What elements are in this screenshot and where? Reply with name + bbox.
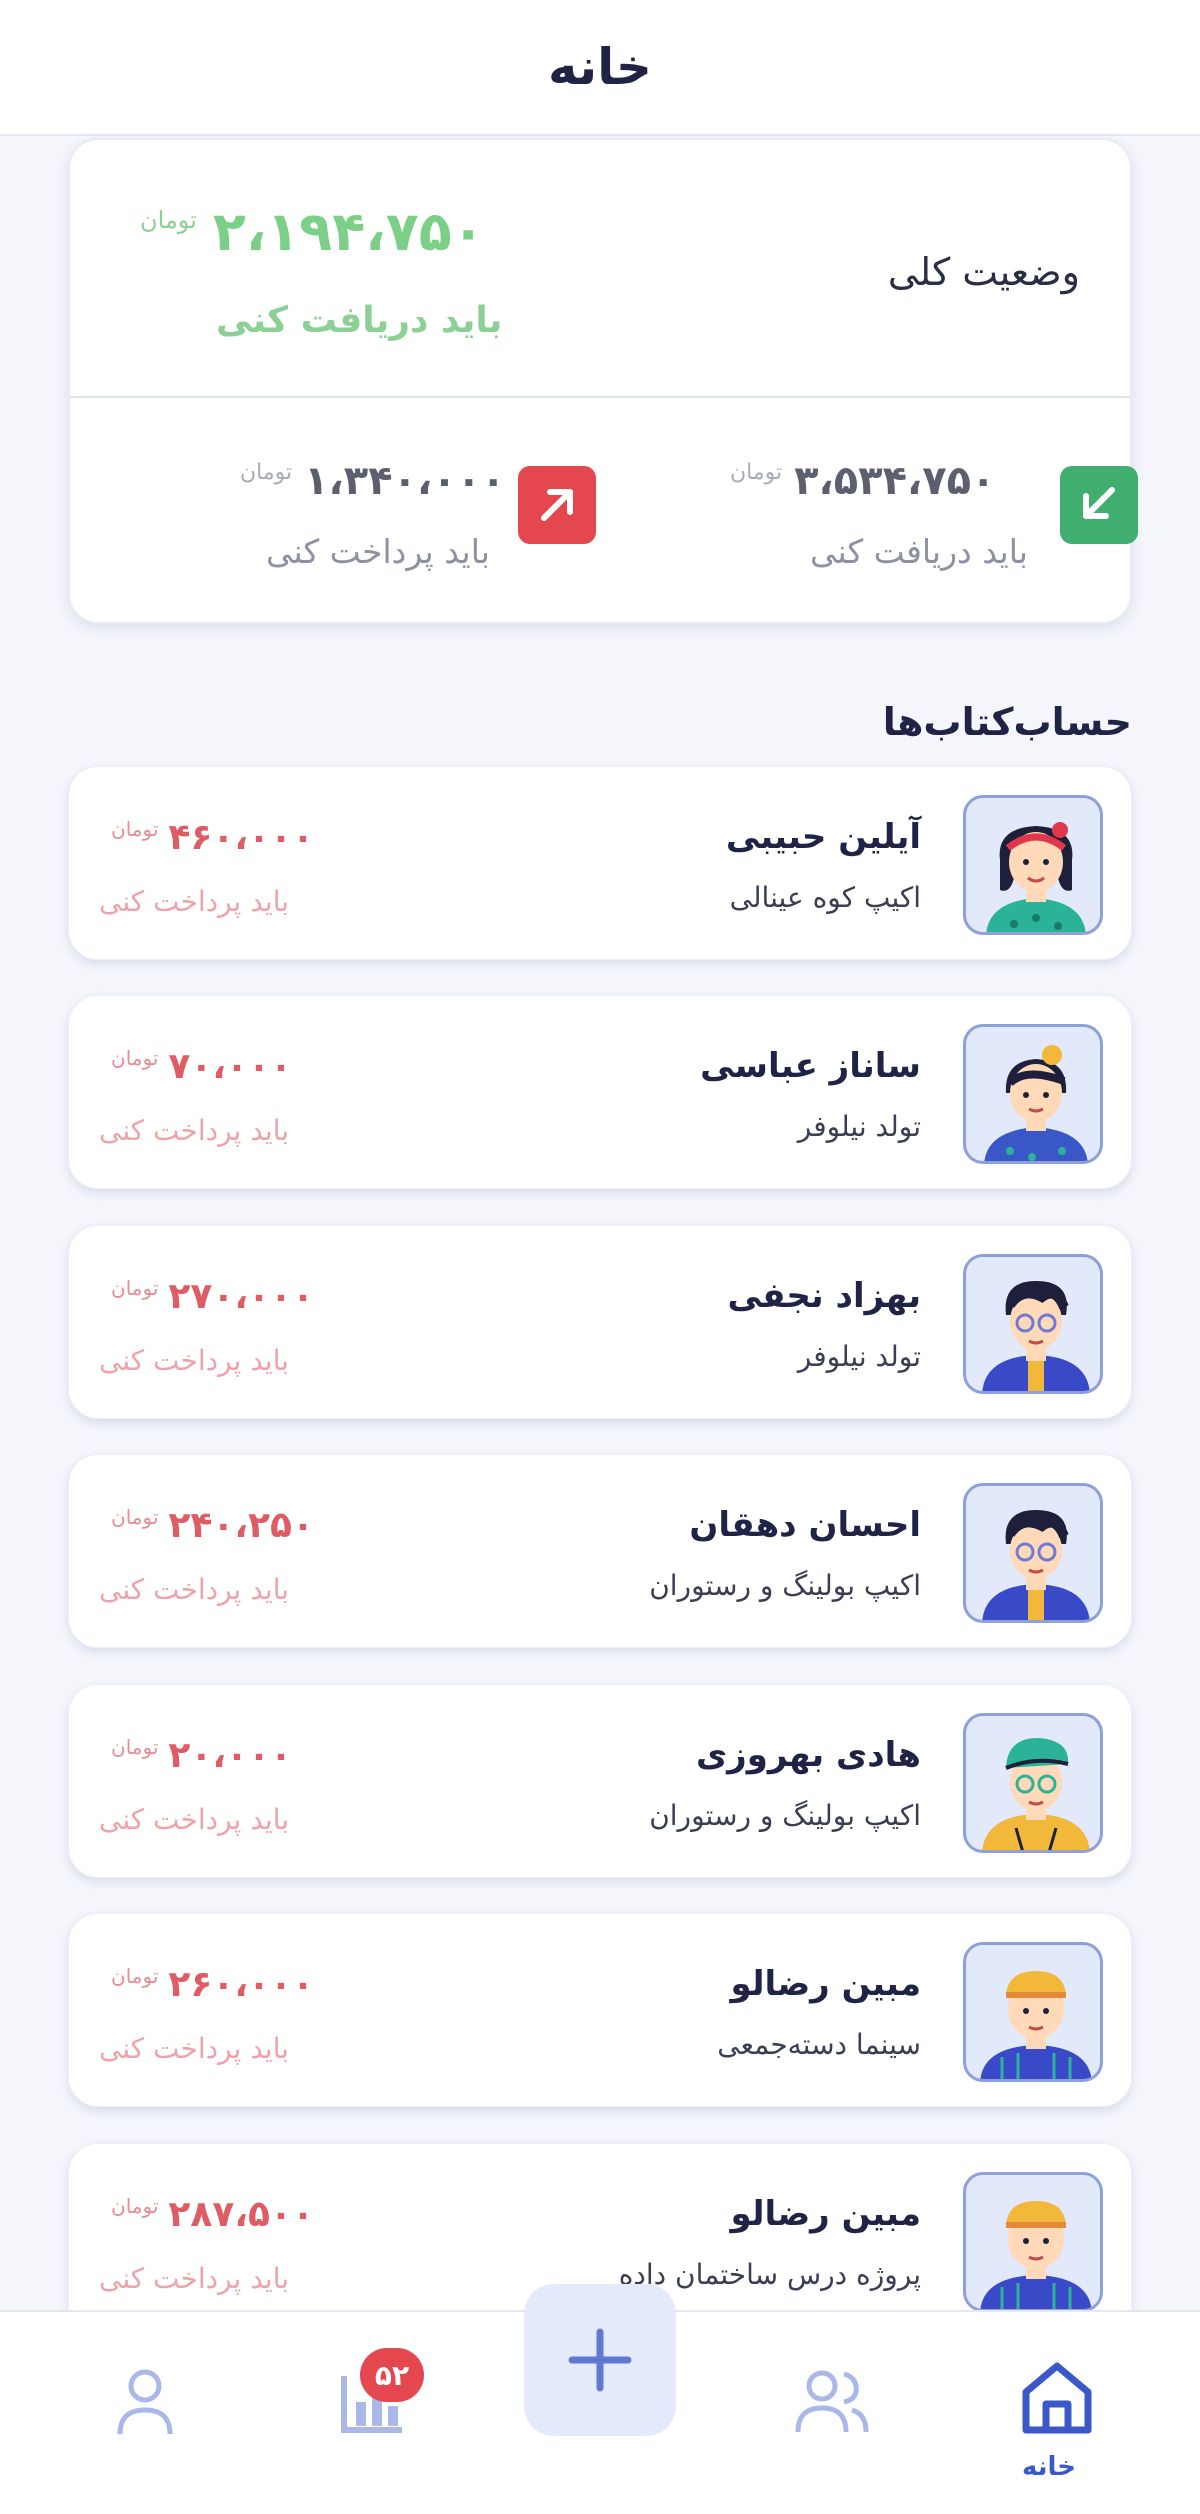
pay-summary: تومان ۱،۳۴۰،۰۰۰ باید پرداخت کنی [170,458,596,598]
account-status: باید پرداخت کنی [99,1344,290,1377]
summary-total-status: باید دریافت کنی [216,300,503,341]
currency-label: تومان [111,1276,159,1300]
account-card[interactable]: مبین رضالو سینما دسته‌جمعی تومان ۲۶۰،۰۰۰… [68,1913,1132,2107]
summary-title: وضعیت کلی [887,250,1080,294]
account-amount-value: ۴۶۰،۰۰۰ [168,817,314,858]
receive-label: باید دریافت کنی [810,532,1028,571]
nav-groups[interactable] [786,2356,876,2446]
account-name: مبین رضالو [730,1964,921,2004]
account-event: اکیپ کوه عینالی [729,881,921,914]
nav-home-label: خانه [1022,2452,1077,2482]
account-card[interactable]: ساناز عباسی تولد نیلوفر تومان ۷۰،۰۰۰ بای… [68,995,1132,1189]
avatar [963,1942,1103,2082]
account-status: باید پرداخت کنی [99,1803,290,1836]
account-card[interactable]: بهزاد نجفی تولد نیلوفر تومان ۲۷۰،۰۰۰ بای… [68,1225,1132,1419]
receive-amount: تومان ۳،۵۳۴،۷۵۰ [730,458,995,504]
arrow-up-right-icon [518,466,596,544]
currency-label: تومان [111,1505,159,1529]
account-amount: تومان ۲۰،۰۰۰ [111,1735,292,1776]
account-amount: تومان ۷۰،۰۰۰ [111,1046,292,1087]
account-event: سینما دسته‌جمعی [717,2028,921,2061]
account-event: اکیپ بولینگ و رستوران [649,1799,921,1832]
account-amount: تومان ۲۷۰،۰۰۰ [111,1276,314,1317]
pay-label: باید پرداخت کنی [266,532,490,571]
groups-icon [795,2370,869,2433]
account-amount-value: ۲۴۰،۲۵۰ [168,1505,314,1546]
account-name: بهزاد نجفی [727,1276,921,1316]
currency-label: تومان [111,1735,159,1759]
account-event: پروژه درس ساختمان داده [618,2258,921,2291]
account-name: احسان دهقان [689,1505,921,1545]
add-button[interactable] [524,2284,676,2436]
pay-amount: تومان ۱،۳۴۰،۰۰۰ [240,458,505,504]
account-amount: تومان ۲۸۷،۵۰۰ [111,2194,314,2235]
account-amount-value: ۲۷۰،۰۰۰ [168,1276,314,1317]
currency-label: تومان [111,1964,159,1988]
add-icon [568,2328,632,2392]
nav-home[interactable] [1012,2352,1102,2442]
account-amount-value: ۷۰،۰۰۰ [168,1046,292,1087]
account-status: باید پرداخت کنی [99,885,290,918]
pay-amount-value: ۱،۳۴۰،۰۰۰ [304,458,506,504]
notification-badge: ۵۲ [360,2348,424,2402]
avatar [963,1024,1103,1164]
account-amount-value: ۲۰،۰۰۰ [168,1735,292,1776]
currency-label: تومان [111,2194,159,2218]
avatar [963,795,1103,935]
receive-amount-value: ۳،۵۳۴،۷۵۰ [794,458,996,504]
account-name: مبین رضالو [730,2194,921,2234]
account-amount: تومان ۴۶۰،۰۰۰ [111,817,314,858]
summary-total: وضعیت کلی تومان ۲،۱۹۴،۷۵۰ باید دریافت کن… [70,140,1130,398]
account-amount: تومان ۲۴۰،۲۵۰ [111,1505,314,1546]
account-event: تولد نیلوفر [797,1340,921,1373]
page-title: خانه [548,38,652,96]
account-amount-value: ۲۶۰،۰۰۰ [168,1964,314,2005]
account-name: هادی بهروزی [695,1735,921,1775]
arrow-down-left-icon [1060,466,1138,544]
account-card[interactable]: احسان دهقان اکیپ بولینگ و رستوران تومان … [68,1454,1132,1648]
nav-profile[interactable] [100,2356,190,2446]
currency-label: تومان [730,460,783,485]
home-icon [1022,2362,1092,2434]
receive-summary: تومان ۳،۵۳۴،۷۵۰ باید دریافت کنی [730,458,1142,598]
account-amount: تومان ۲۶۰،۰۰۰ [111,1964,314,2005]
account-status: باید پرداخت کنی [99,1114,290,1147]
profile-icon [117,2369,173,2435]
account-card[interactable]: هادی بهروزی اکیپ بولینگ و رستوران تومان … [68,1684,1132,1878]
currency-label: تومان [140,206,197,234]
accounts-section-title: حساب‌کتاب‌ها [882,700,1132,744]
app-header: خانه [0,0,1200,136]
account-name: آیلین حبیبی [725,817,921,857]
account-event: اکیپ بولینگ و رستوران [649,1569,921,1602]
account-status: باید پرداخت کنی [99,2032,290,2065]
currency-label: تومان [111,1046,159,1070]
currency-label: تومان [240,460,293,485]
avatar [963,1254,1103,1394]
avatar [963,1713,1103,1853]
currency-label: تومان [111,817,159,841]
account-name: ساناز عباسی [700,1046,921,1086]
avatar [963,2172,1103,2312]
summary-total-amount: تومان ۲،۱۹۴،۷۵۰ [140,200,485,263]
account-status: باید پرداخت کنی [99,1573,290,1606]
account-card[interactable]: آیلین حبیبی اکیپ کوه عینالی تومان ۴۶۰،۰۰… [68,766,1132,960]
account-amount-value: ۲۸۷،۵۰۰ [168,2194,314,2235]
avatar [963,1483,1103,1623]
account-event: تولد نیلوفر [797,1110,921,1143]
account-status: باید پرداخت کنی [99,2262,290,2295]
total-amount-value: ۲،۱۹۴،۷۵۰ [212,200,485,263]
summary-card[interactable]: وضعیت کلی تومان ۲،۱۹۴،۷۵۰ باید دریافت کن… [68,138,1138,624]
